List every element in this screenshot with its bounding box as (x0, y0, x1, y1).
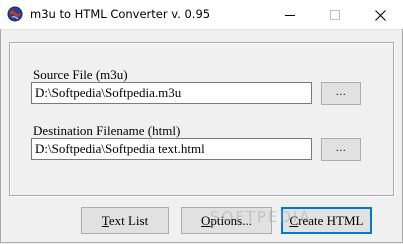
maximize-button[interactable] (313, 0, 358, 29)
title-bar[interactable]: m3u to HTML Converter v. 0.95 (0, 0, 403, 30)
text-list-mnemonic: T (101, 213, 109, 228)
source-file-input[interactable]: D:\Softpedia\Softpedia.m3u (31, 82, 312, 104)
create-html-label: reate HTML (298, 213, 364, 228)
file-settings-group (9, 42, 394, 196)
minimize-icon (285, 15, 295, 16)
globe-icon[interactable] (7, 6, 23, 22)
text-list-button[interactable]: Text List (81, 207, 169, 234)
destination-file-input[interactable]: D:\Softpedia\Softpedia text.html (31, 138, 312, 160)
maximize-icon (330, 10, 340, 20)
options-mnemonic: O (201, 213, 211, 228)
close-button[interactable] (358, 0, 403, 29)
source-browse-button[interactable]: ... (321, 82, 361, 105)
create-html-button[interactable]: Create HTML (281, 207, 372, 234)
destination-browse-button[interactable]: ... (321, 138, 361, 161)
options-label: ptions... (210, 213, 252, 228)
destination-file-label: Destination Filename (html) (33, 123, 181, 138)
window-title: m3u to HTML Converter v. 0.95 (30, 7, 211, 21)
source-file-label: Source File (m3u) (33, 67, 128, 82)
text-list-label: ext List (108, 213, 149, 228)
close-icon (375, 10, 386, 21)
create-html-mnemonic: C (289, 213, 299, 228)
minimize-button[interactable] (268, 0, 313, 29)
options-button[interactable]: Options... (181, 207, 272, 234)
